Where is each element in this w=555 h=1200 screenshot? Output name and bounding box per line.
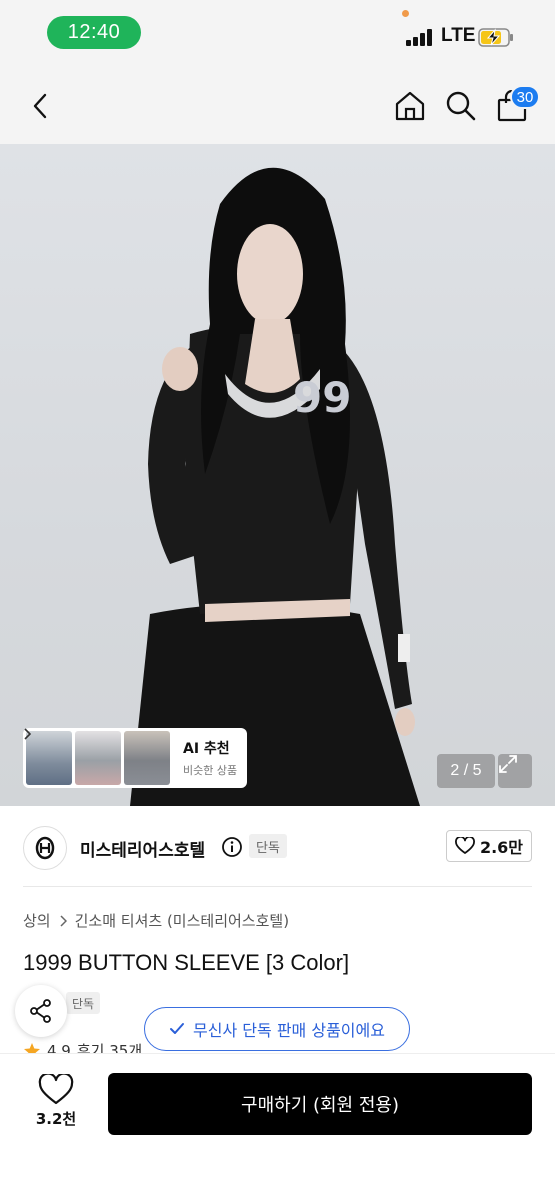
brand-like-button[interactable]: 2.6만 — [446, 830, 532, 862]
chevron-left-icon — [33, 93, 47, 119]
nav-bar — [0, 70, 555, 144]
check-icon — [170, 1023, 185, 1034]
camera-indicator-dot — [402, 10, 409, 17]
clock: 12:40 — [47, 16, 141, 49]
exclusive-tag: 단독 — [249, 834, 287, 858]
heart-icon[interactable] — [38, 1074, 74, 1106]
expand-image-button[interactable] — [498, 754, 532, 788]
recommendation-thumbnail — [26, 731, 72, 785]
brand-row: 미스테리어스호텔 단독 2.6만 — [0, 806, 555, 886]
product-photo: 99 — [130, 167, 420, 806]
chevron-right-icon — [60, 914, 67, 927]
exclusive-toast: 무신사 단독 판매 상품이에요 — [144, 1007, 410, 1051]
ai-card-title-label: AI 추천 — [183, 741, 230, 757]
brand-name[interactable]: 미스테리어스호텔 — [80, 836, 205, 861]
home-icon — [395, 91, 425, 121]
heart-icon — [455, 837, 475, 854]
expand-icon — [499, 755, 517, 773]
brand-logo-icon — [35, 836, 55, 860]
info-icon[interactable] — [221, 836, 243, 858]
chevron-right-icon — [24, 728, 31, 740]
signal-icon — [406, 28, 434, 46]
bottom-action-bar: 3.2천 구매하기 (회원 전용) — [0, 1053, 555, 1200]
breadcrumb-subcategory[interactable]: 긴소매 티셔츠 (미스테리어스호텔) — [75, 910, 289, 931]
home-button[interactable] — [389, 85, 431, 127]
svg-text:99: 99 — [293, 373, 351, 422]
buy-button[interactable]: 구매하기 (회원 전용) — [108, 1073, 532, 1135]
toast-text: 무신사 단독 판매 상품이에요 — [193, 1021, 385, 1040]
search-icon — [446, 91, 476, 121]
breadcrumb-category[interactable]: 상의 — [23, 910, 51, 931]
breadcrumb: 상의 긴소매 티셔츠 (미스테리어스호텔) — [23, 910, 289, 931]
brand-logo[interactable] — [23, 826, 67, 870]
battery-icon — [478, 28, 513, 47]
back-button[interactable] — [20, 85, 62, 127]
cart-count-badge: 30 — [510, 85, 540, 109]
recommendation-thumbnail — [75, 731, 121, 785]
product-exclusive-tag: 단독 — [66, 992, 101, 1014]
share-icon — [30, 999, 51, 1023]
status-bar: 12:40 LTE — [0, 0, 555, 70]
network-label: LTE — [441, 25, 476, 46]
ai-card-subtitle: 비슷한 상품 — [183, 764, 238, 777]
page-indicator: 2 / 5 — [437, 754, 495, 788]
ai-recommendation-card[interactable]: AI 추천 비슷한 상품 — [23, 728, 247, 788]
share-button[interactable] — [15, 985, 67, 1037]
product-title: 1999 BUTTON SLEEVE [3 Color] — [23, 950, 350, 975]
brand-like-count: 2.6만 — [479, 838, 524, 857]
divider — [23, 886, 532, 887]
product-image-carousel[interactable]: 99 AI 추천 비슷한 상품 2 / 5 — [0, 144, 555, 806]
ai-card-title: AI 추천 — [24, 728, 237, 758]
wish-count: 3.2천 — [35, 1110, 77, 1128]
search-button[interactable] — [440, 85, 482, 127]
ai-card-text: AI 추천 비슷한 상품 — [24, 728, 238, 778]
recommendation-thumbnail — [124, 731, 170, 785]
